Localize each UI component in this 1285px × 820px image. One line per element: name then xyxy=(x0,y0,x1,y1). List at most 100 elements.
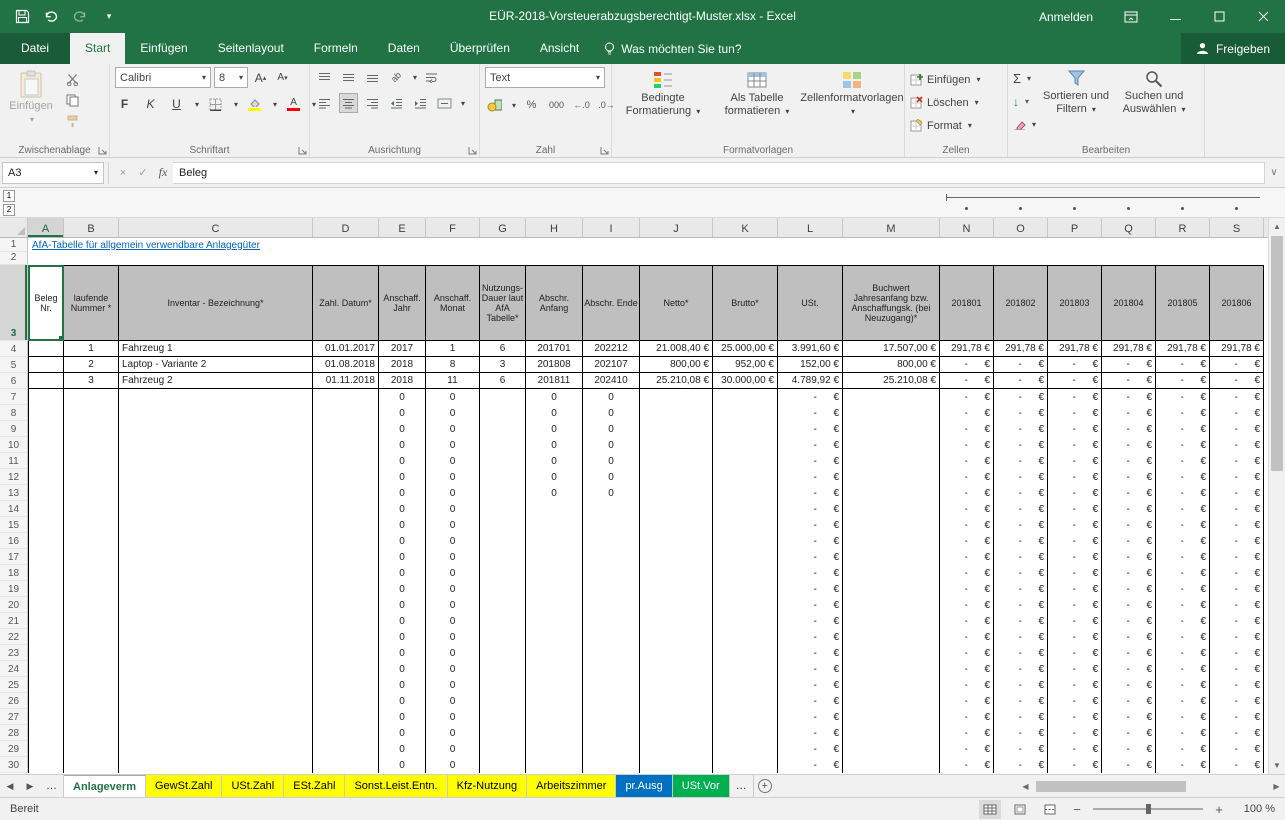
cell-R22[interactable]: - € xyxy=(1156,629,1210,645)
cell-R15[interactable]: - € xyxy=(1156,517,1210,533)
cell-Q24[interactable]: - € xyxy=(1102,661,1156,677)
cell-P21[interactable]: - € xyxy=(1048,613,1102,629)
cell-O13[interactable]: - € xyxy=(994,485,1048,501)
cell-N26[interactable]: - € xyxy=(940,693,994,709)
decrease-font-icon[interactable]: A ▾ xyxy=(273,68,292,88)
cell-C25[interactable] xyxy=(119,677,313,693)
cell-K3[interactable]: Brutto* xyxy=(713,265,778,341)
cell-E7[interactable]: 0 xyxy=(379,389,426,405)
number-dialog-launcher-icon[interactable] xyxy=(600,146,609,155)
cell-J8[interactable] xyxy=(640,405,713,421)
cell-I23[interactable] xyxy=(583,645,640,661)
cell-Q4[interactable]: 291,78 € xyxy=(1102,341,1156,357)
cell-B6[interactable]: 3 xyxy=(64,373,119,389)
cell-P11[interactable]: - € xyxy=(1048,453,1102,469)
cell-N20[interactable]: - € xyxy=(940,597,994,613)
align-top-icon[interactable] xyxy=(315,67,334,87)
cell-D13[interactable] xyxy=(313,485,379,501)
sheet-tab-pr.Ausg[interactable]: pr.Ausg xyxy=(616,775,673,797)
cell-S5[interactable]: - € xyxy=(1210,357,1264,373)
column-header-N[interactable]: N xyxy=(940,218,994,237)
cell-M11[interactable] xyxy=(843,453,940,469)
cell-H26[interactable] xyxy=(526,693,583,709)
cell-J24[interactable] xyxy=(640,661,713,677)
cell-E27[interactable]: 0 xyxy=(379,709,426,725)
cell-I19[interactable] xyxy=(583,581,640,597)
cell-A11[interactable] xyxy=(28,453,64,469)
cell-D20[interactable] xyxy=(313,597,379,613)
cell-N11[interactable]: - € xyxy=(940,453,994,469)
cell-P19[interactable]: - € xyxy=(1048,581,1102,597)
row-header-7[interactable]: 7 xyxy=(0,389,28,405)
cell-O8[interactable]: - € xyxy=(994,405,1048,421)
cell-A21[interactable] xyxy=(28,613,64,629)
cell-M30[interactable] xyxy=(843,757,940,773)
cell-S3[interactable]: 201806 xyxy=(1210,265,1264,341)
cell-N18[interactable]: - € xyxy=(940,565,994,581)
row-header-1[interactable]: 1 xyxy=(0,238,28,252)
cell-C19[interactable] xyxy=(119,581,313,597)
minimize-button[interactable] xyxy=(1153,0,1197,33)
cell-H10[interactable]: 0 xyxy=(526,437,583,453)
cell-D26[interactable] xyxy=(313,693,379,709)
cell-N28[interactable]: - € xyxy=(940,725,994,741)
sheet-tab-Arbeitszimmer[interactable]: Arbeitszimmer xyxy=(527,775,617,797)
column-header-G[interactable]: G xyxy=(480,218,526,237)
cell-M27[interactable] xyxy=(843,709,940,725)
cell-P20[interactable]: - € xyxy=(1048,597,1102,613)
cell-H3[interactable]: Abschr. Anfang xyxy=(526,265,583,341)
cell-C7[interactable] xyxy=(119,389,313,405)
cell-K9[interactable] xyxy=(713,421,778,437)
cell-I26[interactable] xyxy=(583,693,640,709)
cell-I29[interactable] xyxy=(583,741,640,757)
row-header-30[interactable]: 30 xyxy=(0,757,28,773)
cell-G16[interactable] xyxy=(480,533,526,549)
cell-M26[interactable] xyxy=(843,693,940,709)
cell-G12[interactable] xyxy=(480,469,526,485)
cell-N15[interactable]: - € xyxy=(940,517,994,533)
cell-L14[interactable]: - € xyxy=(778,501,843,517)
cell-S8[interactable]: - € xyxy=(1210,405,1264,421)
cell-H28[interactable] xyxy=(526,725,583,741)
cell-L20[interactable]: - € xyxy=(778,597,843,613)
cell-P25[interactable]: - € xyxy=(1048,677,1102,693)
cell-F3[interactable]: Anschaff. Monat xyxy=(426,265,480,341)
column-group-bracket[interactable] xyxy=(946,194,1260,201)
cell-F23[interactable]: 0 xyxy=(426,645,480,661)
cell-D8[interactable] xyxy=(313,405,379,421)
cell-J4[interactable]: 21.008,40 € xyxy=(640,341,713,357)
cell-P16[interactable]: - € xyxy=(1048,533,1102,549)
cell-Q6[interactable]: - € xyxy=(1102,373,1156,389)
cell-B11[interactable] xyxy=(64,453,119,469)
cell-B24[interactable] xyxy=(64,661,119,677)
cell-D11[interactable] xyxy=(313,453,379,469)
increase-decimal-icon[interactable]: ←.0 xyxy=(572,95,591,115)
cell-C11[interactable] xyxy=(119,453,313,469)
sheet-tab-USt.Zahl[interactable]: USt.Zahl xyxy=(222,775,285,797)
cell-L10[interactable]: - € xyxy=(778,437,843,453)
cell-J25[interactable] xyxy=(640,677,713,693)
cell-A28[interactable] xyxy=(28,725,64,741)
cell-I9[interactable]: 0 xyxy=(583,421,640,437)
cell-A7[interactable] xyxy=(28,389,64,405)
cell-M21[interactable] xyxy=(843,613,940,629)
row-header-28[interactable]: 28 xyxy=(0,725,28,741)
cell-E13[interactable]: 0 xyxy=(379,485,426,501)
cell-Q26[interactable]: - € xyxy=(1102,693,1156,709)
cell-Q28[interactable]: - € xyxy=(1102,725,1156,741)
cell-B14[interactable] xyxy=(64,501,119,517)
cell-A15[interactable] xyxy=(28,517,64,533)
cell-R30[interactable]: - € xyxy=(1156,757,1210,773)
cell-O6[interactable]: - € xyxy=(994,373,1048,389)
cell-L4[interactable]: 3.991,60 € xyxy=(778,341,843,357)
cell-P12[interactable]: - € xyxy=(1048,469,1102,485)
cell-O9[interactable]: - € xyxy=(994,421,1048,437)
format-cells-button[interactable]: Format ▾ xyxy=(910,115,1002,136)
cell-C13[interactable] xyxy=(119,485,313,501)
cell-L15[interactable]: - € xyxy=(778,517,843,533)
paste-button[interactable]: Einfügen ▾ xyxy=(5,67,57,124)
close-button[interactable] xyxy=(1241,0,1285,33)
cell-Q20[interactable]: - € xyxy=(1102,597,1156,613)
cell-S4[interactable]: 291,78 € xyxy=(1210,341,1264,357)
cell-A5[interactable] xyxy=(28,357,64,373)
